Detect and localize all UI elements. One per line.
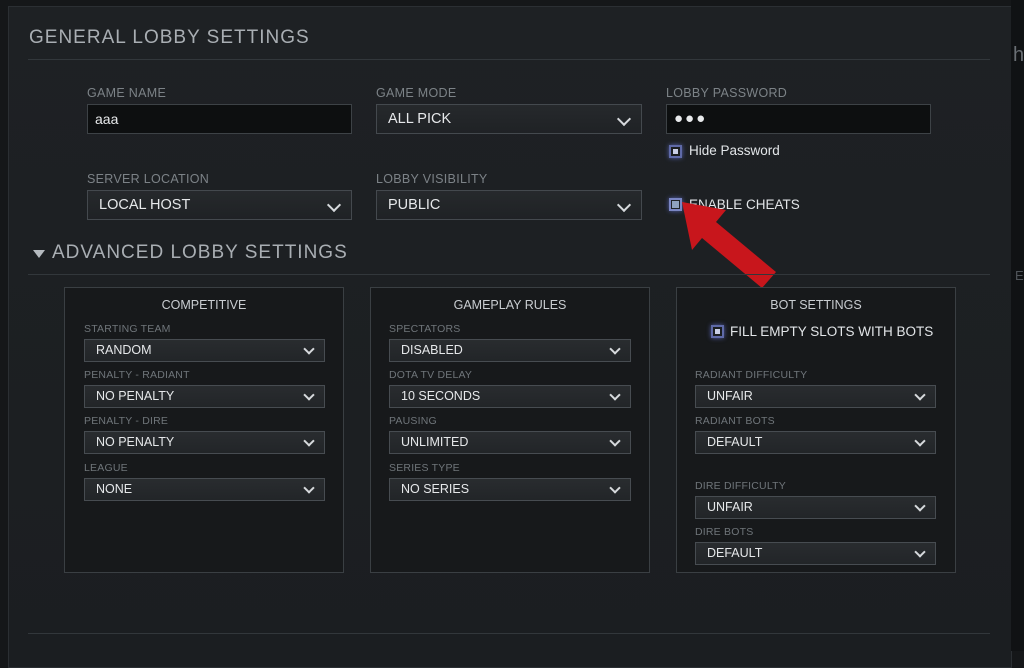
general-settings-title: GENERAL LOBBY SETTINGS <box>29 27 310 48</box>
pausing-dropdown[interactable]: UNLIMITED <box>389 431 631 454</box>
dota-tv-delay-dropdown[interactable]: 10 SECONDS <box>389 385 631 408</box>
spectators-value: DISABLED <box>401 343 463 357</box>
league-dropdown[interactable]: NONE <box>84 478 325 501</box>
radiant-difficulty-value: UNFAIR <box>707 389 753 403</box>
radiant-bots-dropdown[interactable]: DEFAULT <box>695 431 936 454</box>
chevron-down-icon <box>914 389 926 401</box>
chevron-down-icon <box>303 343 315 355</box>
background-edge <box>1011 0 1024 651</box>
lobby-password-label: LOBBY PASSWORD <box>666 86 788 100</box>
chevron-down-icon <box>326 197 342 213</box>
league-label: LEAGUE <box>84 462 128 474</box>
spectators-label: SPECTATORS <box>389 323 461 335</box>
chevron-down-icon <box>914 435 926 447</box>
starting-team-dropdown[interactable]: RANDOM <box>84 339 325 362</box>
edge-mark: E <box>1015 268 1024 283</box>
radiant-difficulty-label: RADIANT DIFFICULTY <box>695 369 808 381</box>
game-mode-value: ALL PICK <box>388 111 452 127</box>
hide-password-label: Hide Password <box>689 143 780 158</box>
spectators-dropdown[interactable]: DISABLED <box>389 339 631 362</box>
game-mode-dropdown[interactable]: ALL PICK <box>376 104 642 134</box>
dire-bots-dropdown[interactable]: DEFAULT <box>695 542 936 565</box>
radiant-difficulty-dropdown[interactable]: UNFAIR <box>695 385 936 408</box>
dire-bots-label: DIRE BOTS <box>695 526 754 538</box>
red-arrow-annotation <box>682 202 776 288</box>
series-type-value: NO SERIES <box>401 482 470 496</box>
dota-tv-delay-label: DOTA TV DELAY <box>389 369 473 381</box>
penalty-radiant-value: NO PENALTY <box>96 389 175 403</box>
chevron-down-icon <box>616 111 632 127</box>
header-divider <box>28 59 990 60</box>
arrow-shape <box>682 202 776 288</box>
game-name-label: GAME NAME <box>87 86 167 100</box>
chevron-down-icon <box>609 482 621 494</box>
penalty-radiant-dropdown[interactable]: NO PENALTY <box>84 385 325 408</box>
chevron-down-icon <box>914 500 926 512</box>
chevron-down-icon <box>609 435 621 447</box>
chevron-down-icon <box>609 389 621 401</box>
penalty-dire-dropdown[interactable]: NO PENALTY <box>84 431 325 454</box>
lobby-password-input[interactable]: ●●● <box>666 104 931 134</box>
hide-password-checkbox[interactable] <box>669 145 682 158</box>
server-location-label: SERVER LOCATION <box>87 172 210 186</box>
chevron-down-icon <box>303 435 315 447</box>
starting-team-label: STARTING TEAM <box>84 323 171 335</box>
radiant-bots-value: DEFAULT <box>707 435 763 449</box>
radiant-bots-label: RADIANT BOTS <box>695 415 775 427</box>
dire-bots-value: DEFAULT <box>707 546 763 560</box>
starting-team-value: RANDOM <box>96 343 152 357</box>
game-name-input[interactable]: aaa <box>87 104 352 134</box>
penalty-dire-label: PENALTY - DIRE <box>84 415 169 427</box>
dire-difficulty-label: DIRE DIFFICULTY <box>695 480 786 492</box>
penalty-radiant-label: PENALTY - RADIANT <box>84 369 190 381</box>
lobby-visibility-value: PUBLIC <box>388 197 441 213</box>
penalty-dire-value: NO PENALTY <box>96 435 175 449</box>
advanced-divider <box>28 274 990 275</box>
chevron-down-icon <box>303 482 315 494</box>
competitive-title: COMPETITIVE <box>161 298 247 312</box>
lobby-visibility-label: LOBBY VISIBILITY <box>376 172 488 186</box>
series-type-dropdown[interactable]: NO SERIES <box>389 478 631 501</box>
edge-glyph: h <box>1013 44 1024 66</box>
footer-divider <box>28 633 990 634</box>
gameplay-rules-title: GAMEPLAY RULES <box>453 298 567 312</box>
dota-tv-delay-value: 10 SECONDS <box>401 389 481 403</box>
series-type-label: SERIES TYPE <box>389 462 460 474</box>
triangle-down-icon[interactable] <box>33 250 45 258</box>
fill-empty-slots-label: FILL EMPTY SLOTS WITH BOTS <box>730 324 934 339</box>
league-value: NONE <box>96 482 133 496</box>
bot-settings-title: BOT SETTINGS <box>770 298 862 312</box>
game-mode-label: GAME MODE <box>376 86 457 100</box>
advanced-settings-title[interactable]: ADVANCED LOBBY SETTINGS <box>52 242 348 264</box>
pausing-value: UNLIMITED <box>401 435 469 449</box>
chevron-down-icon <box>616 197 632 213</box>
chevron-down-icon <box>609 343 621 355</box>
pausing-label: PAUSING <box>389 415 437 427</box>
chevron-down-icon <box>914 546 926 558</box>
dire-difficulty-value: UNFAIR <box>707 500 753 514</box>
server-location-value: LOCAL HOST <box>99 197 191 213</box>
lobby-visibility-dropdown[interactable]: PUBLIC <box>376 190 642 220</box>
chevron-down-icon <box>303 389 315 401</box>
dire-difficulty-dropdown[interactable]: UNFAIR <box>695 496 936 519</box>
fill-empty-slots-checkbox[interactable] <box>711 325 724 338</box>
server-location-dropdown[interactable]: LOCAL HOST <box>87 190 352 220</box>
